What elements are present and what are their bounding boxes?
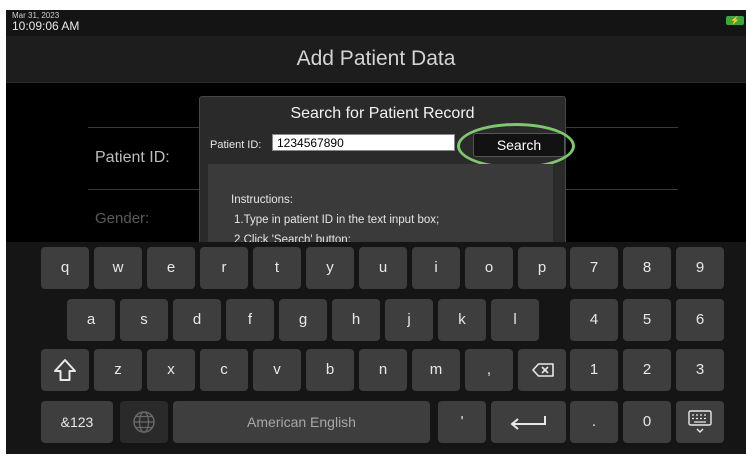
battery-charging-icon: ⚡	[726, 16, 744, 25]
key-7[interactable]: 7	[570, 247, 618, 289]
key-m[interactable]: m	[412, 349, 460, 391]
patient-id-input[interactable]: 1234567890	[272, 134, 455, 151]
key-r[interactable]: r	[200, 247, 248, 289]
key-4[interactable]: 4	[570, 299, 618, 341]
enter-key[interactable]	[491, 401, 566, 443]
status-bar: Mar 31, 2023 10:09:06 AM ⚡	[6, 10, 746, 36]
key-g[interactable]: g	[279, 299, 327, 341]
backspace-key[interactable]	[518, 349, 566, 391]
key-c[interactable]: c	[200, 349, 248, 391]
key-8[interactable]: 8	[623, 247, 671, 289]
search-highlight-circle	[457, 123, 575, 169]
backspace-icon	[532, 363, 554, 377]
key-b[interactable]: b	[306, 349, 354, 391]
title-bar: Add Patient Data	[6, 36, 746, 83]
shift-key[interactable]	[41, 349, 89, 391]
key-y[interactable]: y	[306, 247, 354, 289]
key-u[interactable]: u	[359, 247, 407, 289]
globe-icon	[133, 411, 155, 433]
key-comma[interactable]: ,	[465, 349, 513, 391]
key-i[interactable]: i	[412, 247, 460, 289]
symbols-key[interactable]: &123	[41, 401, 113, 443]
key-t[interactable]: t	[253, 247, 301, 289]
key-z[interactable]: z	[94, 349, 142, 391]
onscreen-keyboard: q w e r t y u i o p 7 8 9 a s d f g h j …	[6, 242, 746, 454]
patient-id-label: Patient ID:	[210, 139, 262, 151]
keyboard-hide-icon	[688, 410, 712, 433]
instruction-step: 1.Type in patient ID in the text input b…	[234, 214, 440, 226]
status-time: 10:09:06 AM	[12, 19, 80, 33]
key-e[interactable]: e	[147, 247, 195, 289]
dialog-title: Search for Patient Record	[290, 105, 475, 122]
key-d[interactable]: d	[173, 299, 221, 341]
key-period[interactable]: .	[570, 401, 618, 443]
key-j[interactable]: j	[385, 299, 433, 341]
key-v[interactable]: v	[253, 349, 301, 391]
key-3[interactable]: 3	[676, 349, 724, 391]
key-n[interactable]: n	[359, 349, 407, 391]
key-q[interactable]: q	[41, 247, 89, 289]
device-screen: Mar 31, 2023 10:09:06 AM ⚡ Add Patient D…	[6, 10, 746, 454]
key-1[interactable]: 1	[570, 349, 618, 391]
key-x[interactable]: x	[147, 349, 195, 391]
key-w[interactable]: w	[94, 247, 142, 289]
key-h[interactable]: h	[332, 299, 380, 341]
search-patient-dialog: Search for Patient Record Patient ID: 12…	[199, 96, 575, 258]
key-s[interactable]: s	[120, 299, 168, 341]
bg-patient-id-label: Patient ID:	[95, 149, 170, 166]
key-2[interactable]: 2	[623, 349, 671, 391]
key-k[interactable]: k	[438, 299, 486, 341]
key-6[interactable]: 6	[676, 299, 724, 341]
key-f[interactable]: f	[226, 299, 274, 341]
key-0[interactable]: 0	[623, 401, 671, 443]
key-a[interactable]: a	[67, 299, 115, 341]
key-l[interactable]: l	[491, 299, 539, 341]
shift-icon	[54, 359, 76, 381]
key-p[interactable]: p	[518, 247, 566, 289]
enter-icon	[510, 416, 546, 430]
instructions-panel: Instructions: 1.Type in patient ID in th…	[208, 164, 553, 254]
instructions-heading: Instructions:	[231, 194, 293, 206]
key-5[interactable]: 5	[623, 299, 671, 341]
bg-gender-label: Gender:	[95, 210, 150, 227]
key-9[interactable]: 9	[676, 247, 724, 289]
key-apostrophe[interactable]: '	[438, 401, 486, 443]
key-o[interactable]: o	[465, 247, 513, 289]
globe-key[interactable]	[120, 401, 168, 443]
space-bar[interactable]: American English	[173, 401, 430, 443]
hide-keyboard-key[interactable]	[676, 401, 724, 443]
page-title: Add Patient Data	[296, 47, 456, 70]
